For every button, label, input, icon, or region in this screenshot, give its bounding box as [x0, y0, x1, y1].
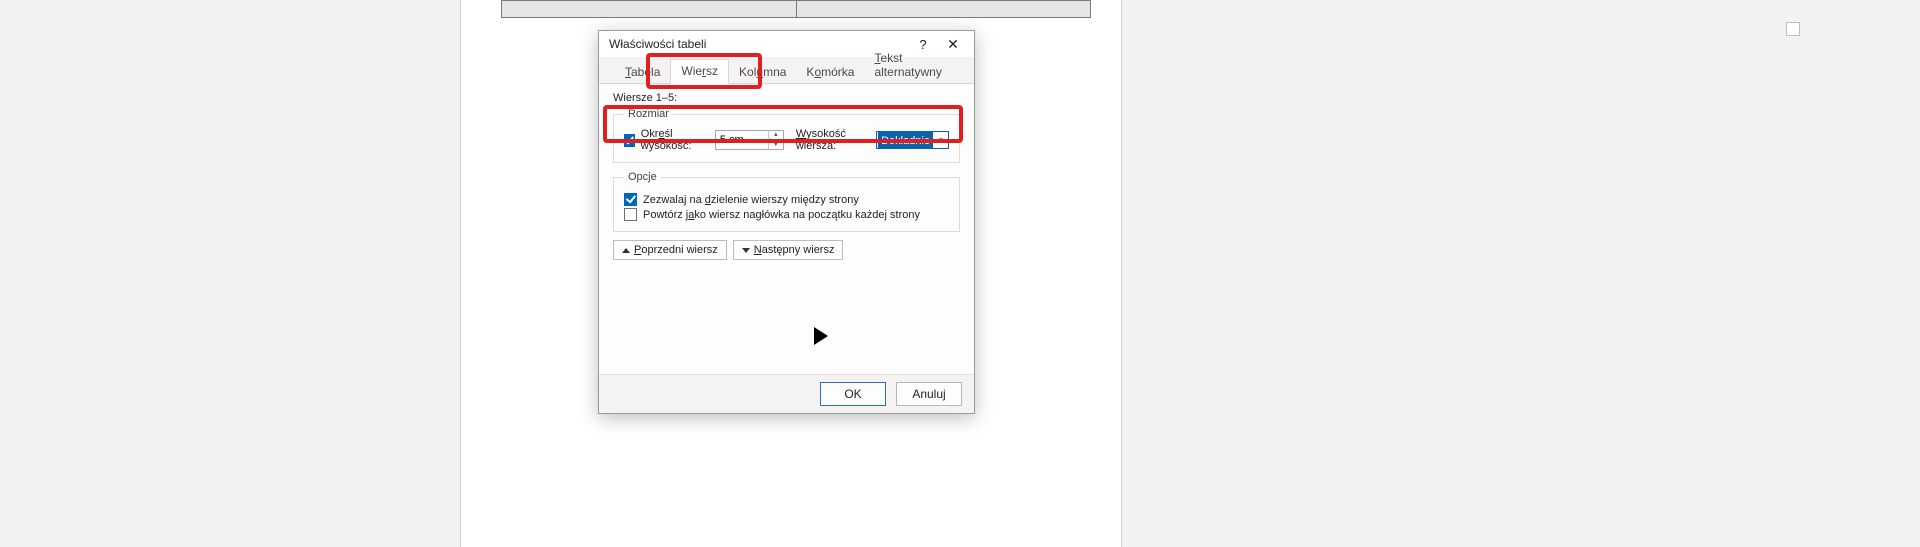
chevron-down-icon: ▼ [934, 136, 948, 145]
ok-button[interactable]: OK [820, 382, 886, 406]
dialog-footer: OK Anuluj [599, 374, 974, 413]
row-height-mode-combo[interactable]: Dokładnie ▼ [876, 131, 949, 149]
repeat-header-checkbox[interactable] [624, 208, 637, 221]
size-group: Rozmiar Określ wysokość: ▲ ▼ Wysokość wi… [613, 108, 960, 163]
next-row-button[interactable]: Następny wiersz [733, 240, 844, 260]
rows-range-label: Wiersze 1–5: [613, 92, 960, 104]
table-properties-dialog: Właściwości tabeli ? ✕ Tabela Wiersz Kol… [598, 30, 975, 414]
prev-row-button[interactable]: Poprzedni wiersz [613, 240, 727, 260]
tab-column[interactable]: Kolumna [729, 61, 796, 84]
cancel-button[interactable]: Anuluj [896, 382, 962, 406]
repeat-header-label: Powtórz jako wiersz nagłówka na początku… [643, 209, 920, 221]
tab-table[interactable]: Tabela [615, 61, 670, 84]
row-height-label: Wysokość wiersza: [796, 128, 870, 152]
allow-row-break-label: Zezwalaj na dzielenie wierszy między str… [643, 194, 859, 206]
spinner-up-icon[interactable]: ▲ [769, 131, 783, 141]
tab-strip: Tabela Wiersz Kolumna Komórka Tekst alte… [599, 57, 974, 84]
dialog-title: Właściwości tabeli [609, 37, 908, 51]
specify-height-label: Określ wysokość: [641, 128, 709, 152]
allow-row-break-checkbox[interactable] [624, 193, 637, 206]
tab-cell[interactable]: Komórka [796, 61, 864, 84]
combo-value: Dokładnie [878, 132, 933, 149]
height-spinner[interactable]: ▲ ▼ [715, 130, 784, 150]
spinner-down-icon[interactable]: ▼ [769, 141, 783, 150]
document-table [501, 0, 1091, 18]
stray-checkbox [1786, 22, 1800, 36]
tab-alttext[interactable]: Tekst alternatywny [864, 47, 974, 84]
dialog-body: Wiersze 1–5: Rozmiar Określ wysokość: ▲ … [599, 84, 974, 374]
row-nav-buttons: Poprzedni wiersz Następny wiersz [613, 240, 960, 260]
specify-height-checkbox[interactable] [624, 134, 635, 147]
tab-row[interactable]: Wiersz [670, 59, 729, 84]
height-input[interactable] [716, 131, 768, 149]
triangle-up-icon [622, 248, 630, 253]
size-legend: Rozmiar [624, 108, 673, 120]
triangle-down-icon [742, 248, 750, 253]
options-group: Opcje Zezwalaj na dzielenie wierszy międ… [613, 171, 960, 232]
options-legend: Opcje [624, 171, 661, 183]
